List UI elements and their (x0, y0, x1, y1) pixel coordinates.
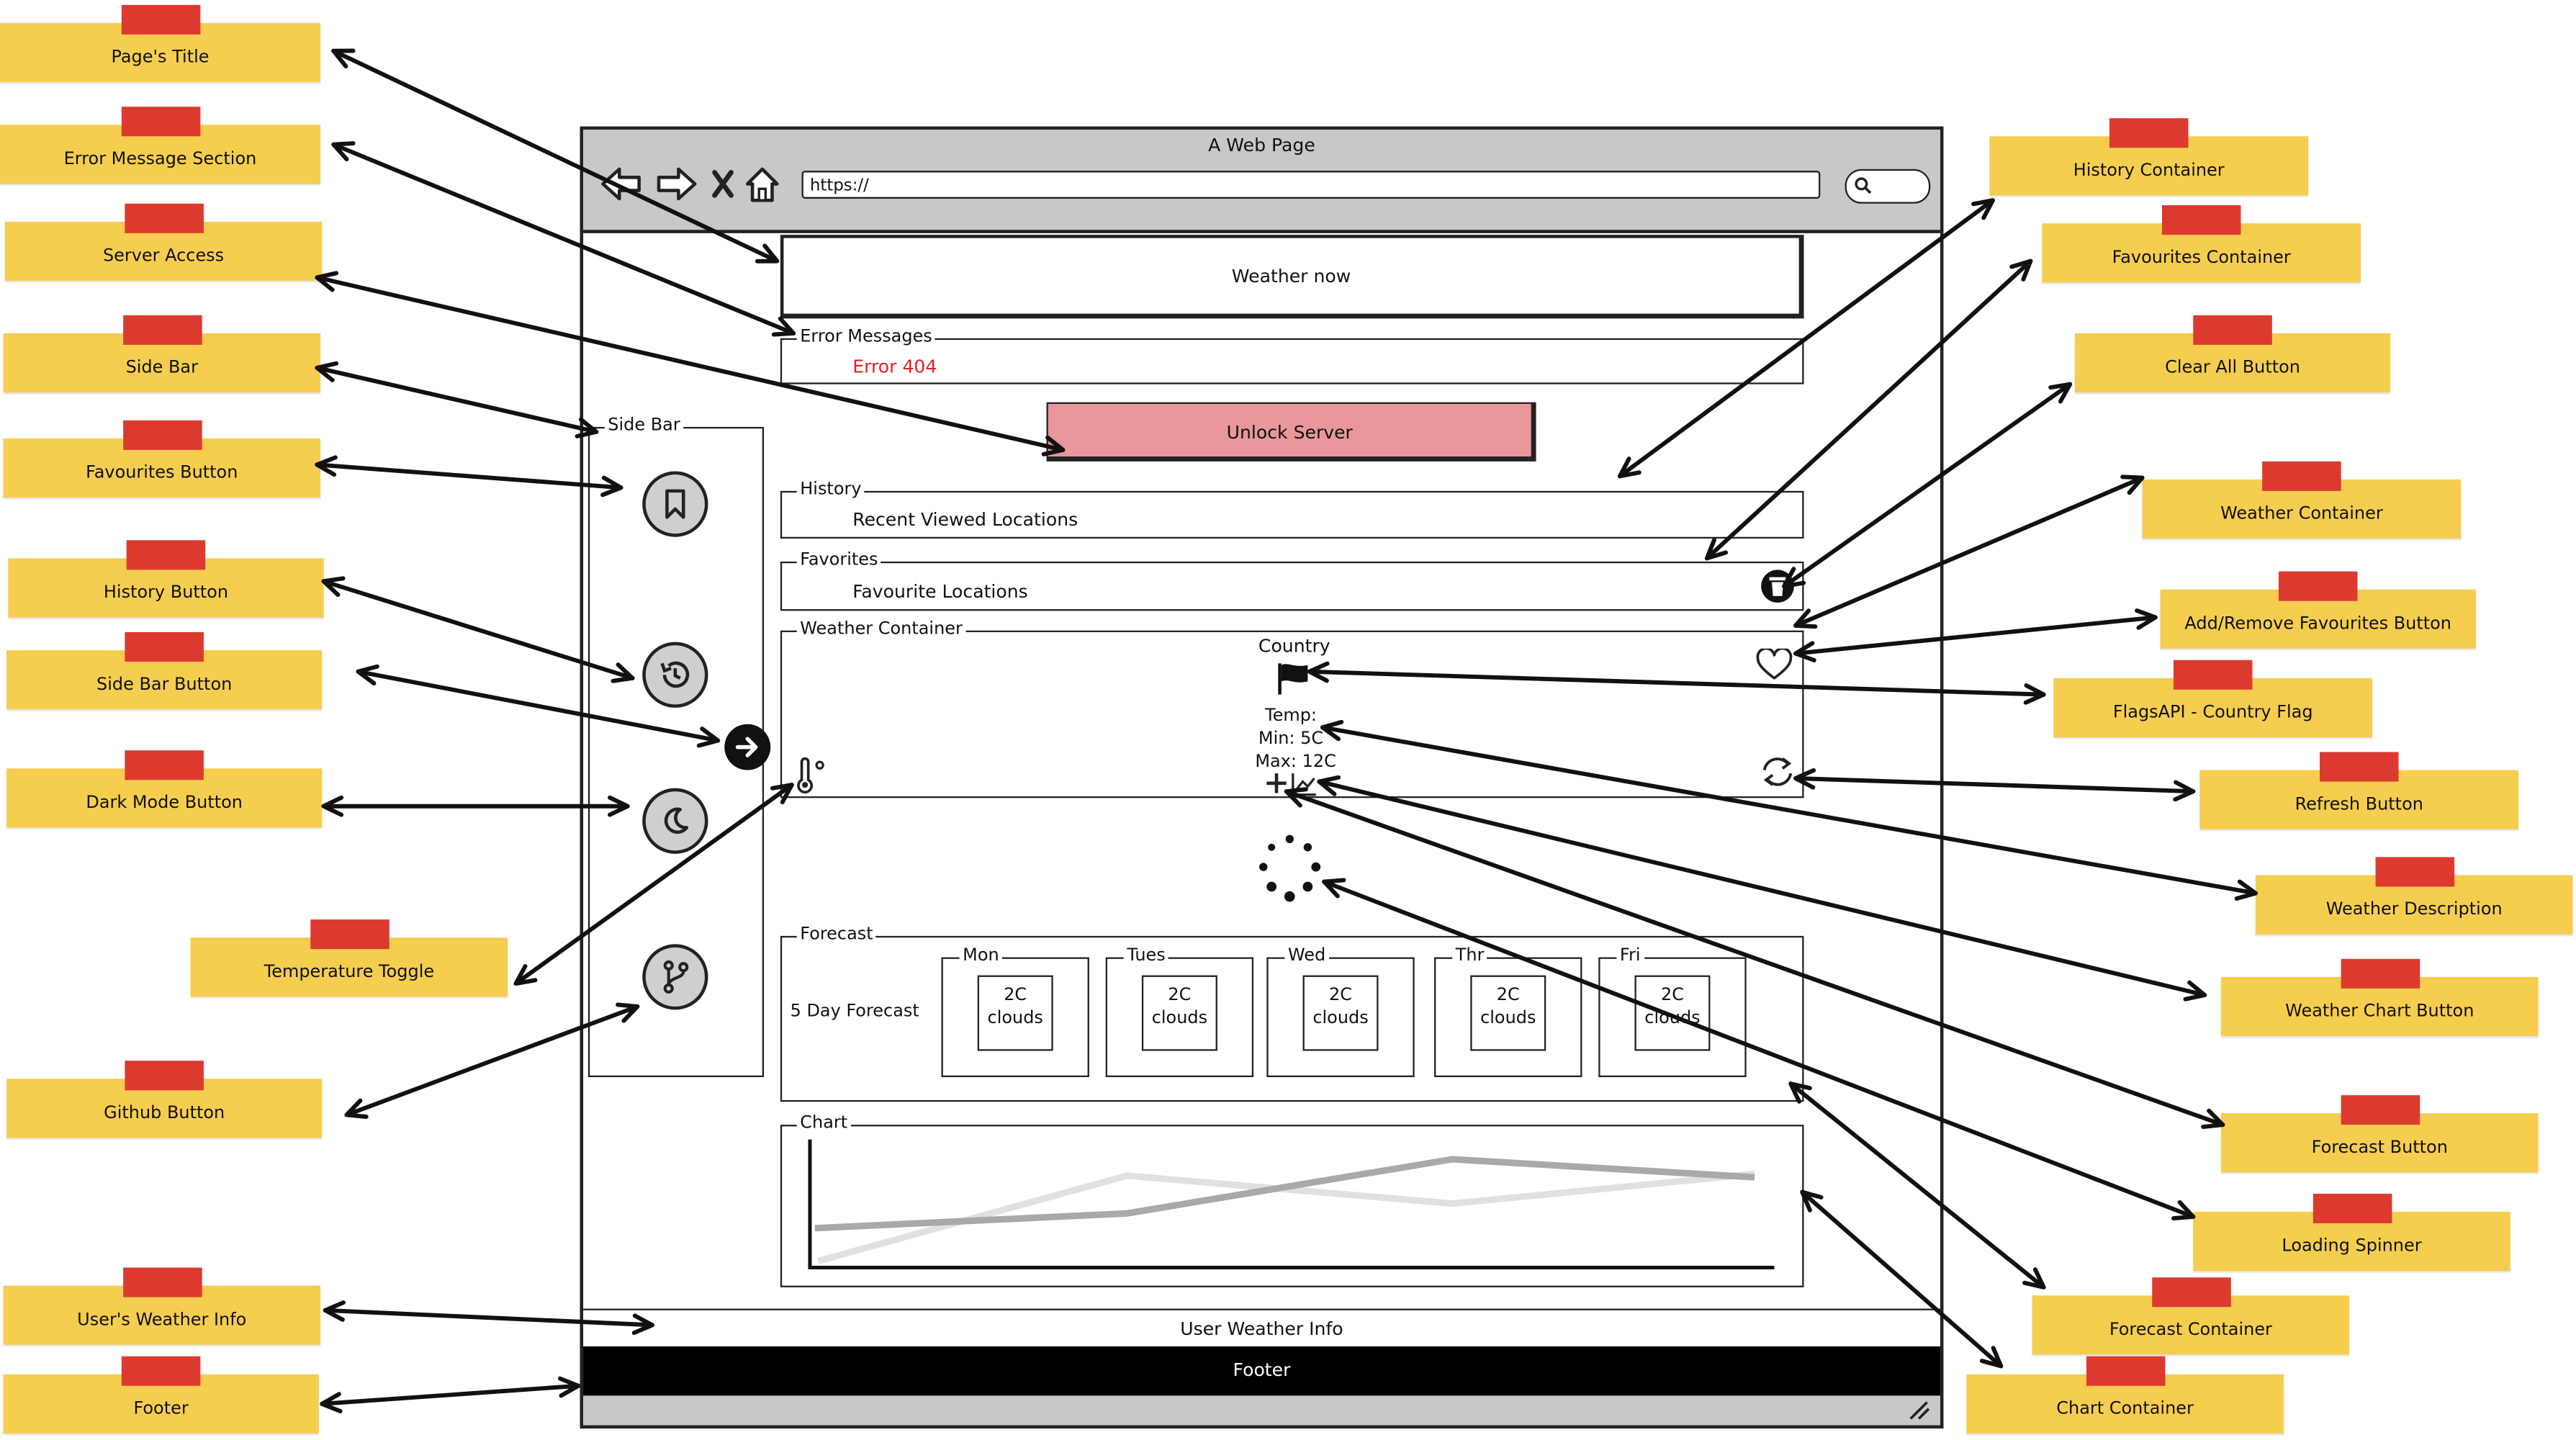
annotation-arrow (1317, 775, 2207, 1002)
annotation-arrow (1322, 878, 2196, 1221)
annotation-arrow (321, 576, 635, 683)
annotation-arrow (1617, 198, 1995, 479)
annotation-arrows (315, 48, 2258, 1413)
annotation-arrow (1793, 474, 2145, 629)
annotation-arrow (315, 455, 623, 498)
annotation-arrow (513, 783, 794, 986)
annotation-arrow (1284, 787, 2225, 1130)
annotation-arrow (323, 1300, 654, 1336)
annotation-arrow (1793, 608, 2158, 662)
annotation-arrow (315, 271, 1066, 456)
annotation-arrow (1800, 1189, 2004, 1369)
annotation-arrow (1320, 719, 2258, 901)
annotation-arrow (344, 1002, 640, 1119)
annotation-arrow (1788, 1081, 2046, 1290)
annotation-arrow (1782, 382, 2073, 589)
annotation-arrow (315, 361, 599, 438)
annotation-arrow (321, 795, 630, 817)
annotation-arrow (356, 664, 721, 748)
annotation-arrow (1704, 258, 2033, 561)
annotation-arrow (1307, 661, 2046, 705)
annotation-arrow (331, 48, 780, 264)
annotation-arrow (1793, 768, 2196, 802)
annotation-arrow (331, 141, 796, 337)
annotation-arrow (320, 1376, 581, 1413)
wireframe-diagram: A Web Page https:// Weather now Error Me… (0, 0, 2576, 1440)
